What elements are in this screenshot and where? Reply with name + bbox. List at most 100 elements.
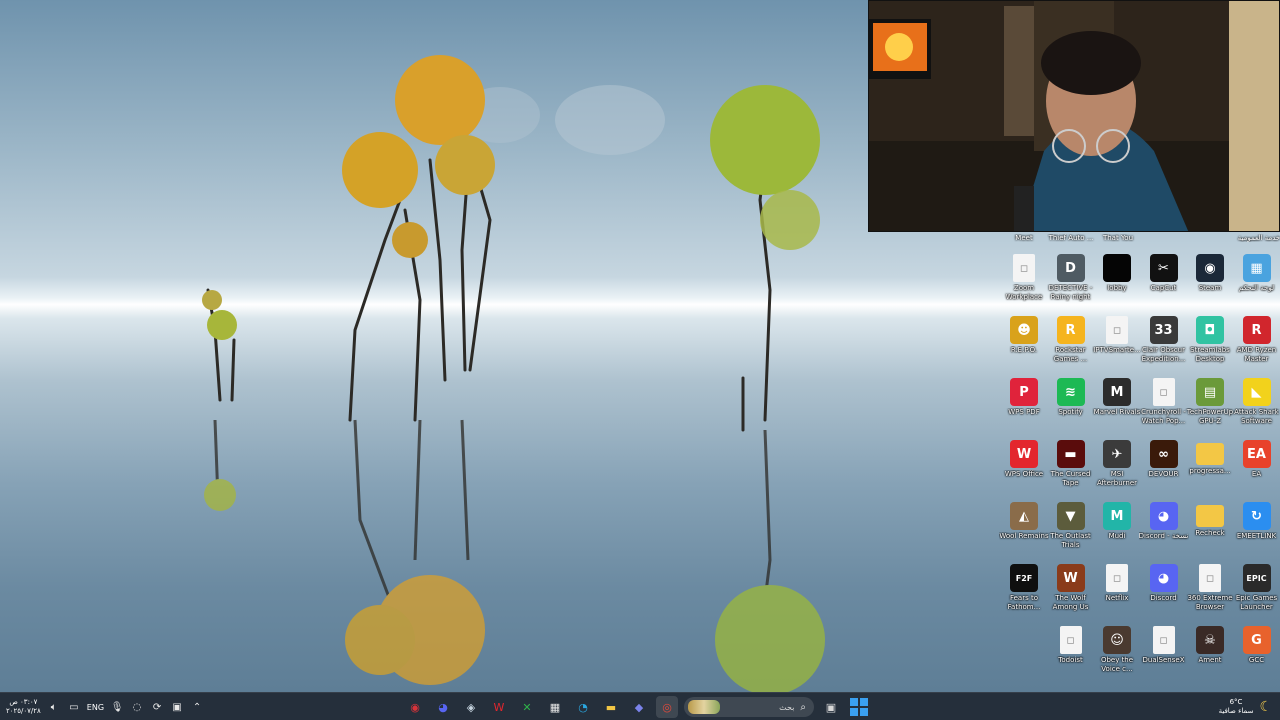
dualsensex-icon: ▫	[1152, 626, 1175, 654]
vpn-icon[interactable]: ◌	[130, 700, 144, 714]
desktop-icon[interactable]: lobby	[1093, 254, 1141, 314]
xbox-app-icon[interactable]: ✕	[516, 696, 538, 718]
desktop-icon[interactable]: ▫ Todoist	[1047, 626, 1095, 686]
weather-widget[interactable]: 6°C سماء صافية ☾	[1219, 693, 1272, 720]
desktop-icon[interactable]: EA EA	[1233, 440, 1280, 500]
wps-app-icon[interactable]: W	[488, 696, 510, 718]
language-indicator[interactable]: ENG	[87, 703, 104, 712]
desktop-icon[interactable]: Recheck	[1186, 502, 1234, 562]
fears-to-fathom-icon: F2F	[1010, 564, 1038, 592]
desktop-icon[interactable]: ▫ DualSenseX	[1140, 626, 1188, 686]
desktop-icon-label: Attack Shark Software	[1234, 408, 1279, 425]
emeetlink-icon: ↻	[1242, 502, 1271, 530]
desktop-icon-label: WPS PDF	[1008, 408, 1040, 416]
chevron-up-icon[interactable]: ⌃	[190, 700, 204, 714]
refresh-icon[interactable]: ⟳	[150, 700, 164, 714]
desktop-icon[interactable]: ◭ Wool Remains	[999, 502, 1049, 562]
chrome-app-icon[interactable]: ◎	[656, 696, 678, 718]
desktop-icon[interactable]: W The Wolf Among Us	[1047, 564, 1095, 624]
desktop-icon[interactable]: ▤ TechPowerUp GPU-Z	[1186, 378, 1234, 438]
desktop-icon-label: Discord	[1150, 594, 1177, 602]
desktop-icon[interactable]: ▫ Netflix	[1093, 564, 1141, 624]
streamlabs-icon: ◘	[1196, 316, 1224, 344]
desktop-icon[interactable]: 33 Clair Obscur Expedition...	[1140, 316, 1188, 376]
discord-app-icon[interactable]: ◕	[432, 696, 454, 718]
clock-date: ٢٠٢٥/٠٧/٢٨	[6, 707, 41, 715]
volume-icon[interactable]: 🔈︎	[47, 700, 61, 714]
repo-game-icon: ☻	[1010, 316, 1038, 344]
desktop-icon[interactable]: ∞ DEVOUR	[1140, 440, 1188, 500]
desktop-icon-label: DEVOUR	[1148, 470, 1179, 478]
clock[interactable]: ٠٣:٠٧ ص ٢٠٢٥/٠٧/٢٨	[6, 698, 41, 716]
desktop-icon-label: lobby	[1107, 284, 1127, 292]
steam-app-icon[interactable]: ◈	[460, 696, 482, 718]
desktop-icon[interactable]: progressa...	[1186, 440, 1234, 500]
desktop-icon[interactable]: M Marvel Rivals	[1093, 378, 1141, 438]
clair-obscur-icon: 33	[1149, 316, 1178, 344]
desktop-icon[interactable]: EPIC Epic Games Launcher	[1233, 564, 1280, 624]
desktop-icon[interactable]: ☠ Ament	[1186, 626, 1234, 686]
file-explorer-app-icon[interactable]: ▬	[600, 696, 622, 718]
desktop-icon[interactable]: ▫ Zoom Workplace	[1000, 254, 1048, 314]
desktop-icon[interactable]: R Rockstar Games ...	[1047, 316, 1095, 376]
desktop-icon-label: Marvel Rivals	[1093, 408, 1141, 416]
teams-app-icon[interactable]: ◆	[628, 696, 650, 718]
taskbar-search[interactable]: بحث ⌕	[684, 697, 814, 717]
task-view-icon[interactable]: ▣	[820, 696, 842, 718]
desktop-icon-label: Steam	[1198, 284, 1222, 292]
desktop-icon[interactable]: ▫ 360 Extreme Browser	[1186, 564, 1234, 624]
desktop-icon-label: Zoom Workplace	[1005, 284, 1043, 301]
desktop-icon-label: Rockstar Games ...	[1053, 346, 1088, 363]
microphone-icon[interactable]: 🎙︎	[110, 700, 124, 714]
desktop-icon-label: AMD Ryzen Master	[1236, 346, 1277, 363]
desktop-icon[interactable]: ≋ Spotify	[1047, 378, 1095, 438]
desktop-icon[interactable]: ▫ IPTVSmarte...	[1093, 316, 1141, 376]
control-panel-icon: ▦	[1242, 254, 1271, 282]
desktop-icon[interactable]: ▼ The Outlast Trials	[1047, 502, 1095, 562]
desktop-icon[interactable]: D DETECTIVE - Rainy night	[1047, 254, 1095, 314]
desktop-icon[interactable]: ☺ Obey the Voice c...	[1093, 626, 1141, 686]
desktop-icon-label: WPS Office	[1004, 470, 1044, 478]
desktop-icon[interactable]: ◕ Discord - نسخة	[1139, 502, 1188, 562]
desktop-icon-label: progressa...	[1189, 467, 1231, 475]
devour-icon: ∞	[1149, 440, 1178, 468]
desktop-icon[interactable]: ✂ CapCut	[1140, 254, 1188, 314]
app-tray-icon[interactable]: ▣	[170, 700, 184, 714]
desktop-top-label[interactable]: Thief Auto ...	[1047, 234, 1095, 242]
desktop-icon-label: Netflix	[1105, 594, 1129, 602]
network-icon[interactable]: ▭	[67, 700, 81, 714]
desktop-top-label[interactable]: خدمة العمومية	[1235, 234, 1280, 242]
desktop-icon[interactable]: G GCC	[1233, 626, 1280, 686]
desktop-top-label[interactable]: That You	[1094, 234, 1142, 242]
desktop-icon[interactable]: W WPS Office	[1000, 440, 1048, 500]
desktop-icon[interactable]: ☻ R.E.P.O.	[1000, 316, 1048, 376]
capcut-icon: ✂	[1149, 254, 1178, 282]
rockstar-icon: R	[1056, 316, 1085, 344]
desktop-icon[interactable]: P WPS PDF	[1000, 378, 1048, 438]
taskbar: ٠٣:٠٧ ص ٢٠٢٥/٠٧/٢٨ 🔈︎ ▭ ENG 🎙︎ ◌ ⟳ ▣ ⌃ ◉…	[0, 692, 1280, 720]
desktop-icon-label: Obey the Voice c...	[1100, 656, 1134, 673]
spotify-icon: ≋	[1056, 378, 1085, 406]
desktop-top-label[interactable]: Meet	[1000, 234, 1048, 242]
desktop-icon-label: The Wolf Among Us	[1052, 594, 1089, 611]
desktop-icon[interactable]: M Mudi	[1093, 502, 1141, 562]
desktop-icon[interactable]: ▫ Crunchyroll - Watch Pop...	[1140, 378, 1188, 438]
browser-file-icon: ▫	[1199, 564, 1221, 592]
desktop-icon[interactable]: ✈ MSI Afterburner	[1093, 440, 1141, 500]
desktop-icon[interactable]: ▦ لوحة التحكم	[1233, 254, 1280, 314]
desktop-icon[interactable]: ◣ Attack Shark Software	[1233, 378, 1280, 438]
desktop-icon[interactable]: F2F Fears to Fathom...	[1000, 564, 1048, 624]
desktop-icon[interactable]: ◕ Discord	[1140, 564, 1188, 624]
desktop-icon-label: Spotify	[1058, 408, 1083, 416]
obs-app-icon[interactable]: ◉	[404, 696, 426, 718]
black-app-icon	[1103, 254, 1131, 282]
desktop-icon[interactable]: ↻ EMEETLINK	[1233, 502, 1280, 562]
store-app-icon[interactable]: ▦	[544, 696, 566, 718]
desktop-icon[interactable]: ◉ Steam	[1186, 254, 1234, 314]
desktop-icon[interactable]: R AMD Ryzen Master	[1233, 316, 1280, 376]
desktop-icon[interactable]: ▬ The Cursed Tape	[1047, 440, 1095, 500]
start-button[interactable]	[848, 696, 870, 718]
weather-temp: 6°C	[1229, 698, 1243, 706]
edge-app-icon[interactable]: ◔	[572, 696, 594, 718]
desktop-icon[interactable]: ◘ Streamlabs Desktop	[1186, 316, 1234, 376]
